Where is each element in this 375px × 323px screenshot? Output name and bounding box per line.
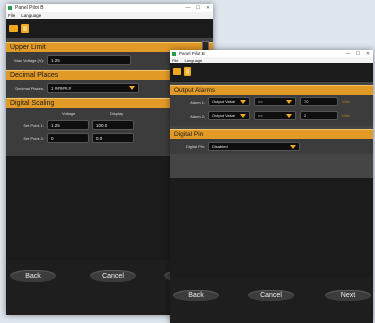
front-window: Panel Pilot B — ☐ ✕ File Language Output… xyxy=(170,50,373,323)
digital-pin-select[interactable]: Disabled xyxy=(208,142,300,151)
menu-language[interactable]: Language xyxy=(184,58,202,63)
set-point-1-voltage[interactable]: 1.25 xyxy=(47,120,89,130)
next-button[interactable]: Next xyxy=(325,290,371,301)
decimal-places-label: Decimal Places: xyxy=(15,86,44,91)
save-icon[interactable] xyxy=(21,23,29,33)
alarm-2-label: Alarm 2: xyxy=(190,114,205,119)
window-title: Panel Pilot B xyxy=(15,5,44,11)
menu-language[interactable]: Language xyxy=(21,13,41,18)
dropdown-arrow-icon xyxy=(240,113,246,118)
back-toolbar xyxy=(6,19,213,37)
front-content: Output Alarms Alarm 1: Output Value >= 7… xyxy=(170,82,373,178)
max-voltage-field[interactable]: 1.25 xyxy=(47,55,131,65)
back-title-bar: Panel Pilot B — ☐ ✕ xyxy=(6,4,213,12)
window-controls: — ☐ ✕ xyxy=(343,51,373,57)
menu-file[interactable]: File xyxy=(172,58,178,63)
dropdown-arrow-icon xyxy=(290,144,296,149)
set-point-2-label: Set Point 2: xyxy=(23,136,44,141)
folder-icon[interactable] xyxy=(173,68,181,75)
folder-icon[interactable] xyxy=(9,24,18,32)
alarm-2-op-select[interactable]: <= xyxy=(254,111,296,120)
menu-file[interactable]: File xyxy=(8,13,15,18)
set-point-2-voltage[interactable]: 0 xyxy=(47,133,89,143)
minimize-icon[interactable]: — xyxy=(183,5,193,11)
front-empty-area xyxy=(170,178,373,277)
alarm-1-label: Alarm 1: xyxy=(190,100,205,105)
alarm-1-value-field[interactable]: 70 xyxy=(300,97,338,106)
col-voltage-header: Voltage xyxy=(62,111,76,116)
front-footer: Back Cancel Next xyxy=(170,277,373,323)
dropdown-arrow-icon xyxy=(129,86,135,90)
alarm-2-source-select[interactable]: Output Value xyxy=(208,111,250,120)
window-title: Panel Pilot B xyxy=(179,51,205,56)
decimal-places-select[interactable]: 1 #####.# xyxy=(47,83,139,93)
close-icon[interactable]: ✕ xyxy=(203,5,213,11)
minimize-icon[interactable]: — xyxy=(343,51,353,57)
close-icon[interactable]: ✕ xyxy=(363,51,373,57)
digital-pin-label: Digital Pin: xyxy=(185,144,205,149)
col-display-header: Display xyxy=(110,111,124,116)
cancel-button[interactable]: Cancel xyxy=(90,270,136,282)
app-icon xyxy=(172,51,176,56)
alarm-2-unit: Volts xyxy=(342,114,350,118)
front-toolbar xyxy=(170,63,373,80)
app-icon xyxy=(8,6,12,10)
digital-pin-body: Digital Pin: Disabled xyxy=(170,139,373,154)
back-menu-bar: File Language xyxy=(6,12,213,19)
output-alarms-header: Output Alarms xyxy=(170,85,373,95)
set-point-2-display[interactable]: 0.0 xyxy=(92,133,134,143)
set-point-1-label: Set Point 1: xyxy=(23,123,44,128)
digital-pin-header: Digital Pin xyxy=(170,129,373,139)
alarm-2-value-field[interactable]: 2 xyxy=(300,111,338,120)
window-controls: — ☐ ✕ xyxy=(183,5,213,11)
cancel-button[interactable]: Cancel xyxy=(248,290,294,301)
back-button[interactable]: Back xyxy=(173,290,219,301)
dropdown-arrow-icon xyxy=(286,113,292,118)
dropdown-arrow-icon xyxy=(240,99,246,104)
alarm-1-source-select[interactable]: Output Value xyxy=(208,97,250,106)
maximize-icon[interactable]: ☐ xyxy=(193,5,203,11)
save-icon[interactable] xyxy=(184,67,191,76)
set-point-1-display[interactable]: 100.0 xyxy=(92,120,134,130)
max-voltage-label: Max Voltage (V): xyxy=(14,58,44,63)
dropdown-arrow-icon xyxy=(286,99,292,104)
maximize-icon[interactable]: ☐ xyxy=(353,51,363,57)
output-alarms-body: Alarm 1: Output Value >= 70 Volts Alarm … xyxy=(170,95,373,126)
back-button[interactable]: Back xyxy=(10,270,56,282)
front-title-bar: Panel Pilot B — ☐ ✕ xyxy=(170,50,373,57)
alarm-1-op-select[interactable]: >= xyxy=(254,97,296,106)
alarm-1-unit: Volts xyxy=(342,100,350,104)
